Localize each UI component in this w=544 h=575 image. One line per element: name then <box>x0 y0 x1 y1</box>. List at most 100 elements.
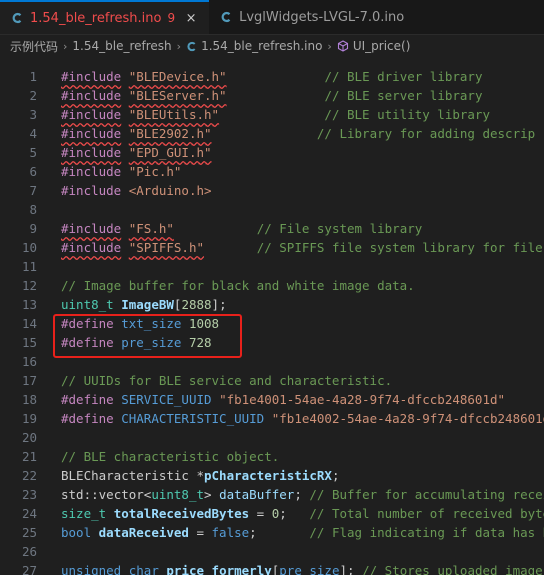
code-token: #include <box>61 107 122 122</box>
line-number: 25 <box>21 525 37 540</box>
code-token: "SPIFFS.h" <box>128 240 205 255</box>
line-number: 9 <box>29 221 37 236</box>
chevron-right-icon: › <box>327 39 332 53</box>
code-token: // BLE utility library <box>324 107 490 122</box>
code-line: 4 #include "BLE2902.h" // Library for add… <box>0 124 544 143</box>
code-token: ]; <box>211 297 227 312</box>
breadcrumb-root[interactable]: 示例代码 <box>10 38 58 55</box>
code-token: dataReceived <box>98 525 189 540</box>
code-token: // Total number of received byte <box>309 506 544 521</box>
code-token: uint8_t <box>61 297 114 312</box>
code-line: 8 <box>0 200 544 219</box>
line-number: 4 <box>29 126 37 141</box>
code-line: 25 bool dataReceived = false; // Flag ind… <box>0 523 544 542</box>
code-token: "BLE2902.h" <box>128 126 212 141</box>
code-token: std <box>61 487 84 502</box>
tab-1-54-ble-refresh[interactable]: 1.54_ble_refresh.ino 9 × <box>0 0 210 34</box>
code-token: "BLEDevice.h" <box>128 69 227 84</box>
code-line: 1 #include "BLEDevice.h" // BLE driver li… <box>0 67 544 86</box>
code-line: 27 unsigned char price_formerly[pre_size]… <box>0 561 544 575</box>
code-token: "BLEUtils.h" <box>128 107 220 122</box>
line-number: 24 <box>21 506 37 521</box>
code-token: CHARACTERISTIC_UUID <box>121 411 265 426</box>
code-token: ; <box>249 525 257 540</box>
vscode-window: 1.54_ble_refresh.ino 9 × LvglWidgets-LVG… <box>0 0 544 575</box>
line-number: 21 <box>21 449 37 464</box>
code-line: 17 // UUIDs for BLE service and character… <box>0 371 544 390</box>
code-token: unsigned <box>61 563 122 575</box>
line-number: 20 <box>21 430 37 445</box>
line-number: 26 <box>21 544 37 559</box>
code-line: 18 #define SERVICE_UUID "fb1e4001-54ae-4a… <box>0 390 544 409</box>
code-line: 19 #define CHARACTERISTIC_UUID "fb1e4002-… <box>0 409 544 428</box>
code-line: 21 // BLE characteristic object. <box>0 447 544 466</box>
breadcrumb-symbol[interactable]: UI_price() <box>337 39 411 53</box>
code-line: 7 #include <Arduino.h> <box>0 181 544 200</box>
code-line: 15 #define pre_size 728 <box>0 333 544 352</box>
c-file-icon <box>186 41 197 52</box>
code-token: // Library for adding descrip <box>316 126 536 141</box>
code-line: 5 #include "EPD_GUI.h" <box>0 143 544 162</box>
code-token: // Stores uploaded image <box>362 563 543 575</box>
method-icon <box>337 40 349 52</box>
code-token: #define <box>61 392 114 407</box>
breadcrumb-symbol-label: UI_price() <box>352 39 411 53</box>
code-token: ]; <box>339 563 355 575</box>
code-line: 16 <box>0 352 544 371</box>
code-line: 22 BLECharacteristic *pCharacteristicRX; <box>0 466 544 485</box>
line-number: 10 <box>21 240 37 255</box>
code-token: ; <box>279 506 287 521</box>
code-line: 9 #include "FS.h" // File system library <box>0 219 544 238</box>
code-line: 24 size_t totalReceivedBytes = 0; // Tota… <box>0 504 544 523</box>
code-token: 2888 <box>181 297 212 312</box>
breadcrumb-folder[interactable]: 1.54_ble_refresh <box>72 39 171 53</box>
code-line: 23 std::vector<uint8_t> dataBuffer; // Bu… <box>0 485 544 504</box>
breadcrumb: 示例代码 › 1.54_ble_refresh › 1.54_ble_refre… <box>0 35 544 57</box>
breadcrumb-file[interactable]: 1.54_ble_refresh.ino <box>186 39 322 53</box>
code-token: pre_size <box>279 563 340 575</box>
code-token: <Arduino.h> <box>128 183 212 198</box>
code-token: #include <box>61 240 122 255</box>
code-token: = <box>249 506 272 521</box>
close-icon[interactable]: × <box>183 11 199 26</box>
code-token: char <box>128 563 159 575</box>
code-token: totalReceivedBytes <box>113 506 250 521</box>
line-number: 3 <box>29 107 37 122</box>
line-number: 7 <box>29 183 37 198</box>
editor-tab-bar: 1.54_ble_refresh.ino 9 × LvglWidgets-LVG… <box>0 0 544 35</box>
code-token: #include <box>61 126 122 141</box>
code-token: SERVICE_UUID <box>121 392 212 407</box>
code-token: // Buffer for accumulating recei <box>309 487 544 502</box>
code-token: // SPIFFS file system library for file <box>256 240 543 255</box>
code-token: pre_size <box>121 335 182 350</box>
code-token: false <box>211 525 250 540</box>
line-number: 6 <box>29 164 37 179</box>
code-token: #define <box>61 335 114 350</box>
line-number: 15 <box>21 335 37 350</box>
code-token: BLECharacteristic <box>61 468 189 483</box>
code-editor[interactable]: 1 #include "BLEDevice.h" // BLE driver li… <box>0 65 544 575</box>
code-token: // BLE driver library <box>324 69 483 84</box>
chevron-right-icon: › <box>176 39 182 53</box>
line-number: 5 <box>29 145 37 160</box>
line-number: 11 <box>21 259 37 274</box>
c-file-icon <box>10 11 24 25</box>
code-token: ImageBW <box>121 297 174 312</box>
code-token: price_formerly <box>166 563 272 575</box>
code-token: "EPD_GUI.h" <box>128 145 212 160</box>
code-token: #define <box>61 316 114 331</box>
tab-lvglwidgets[interactable]: LvglWidgets-LVGL-7.0.ino <box>209 0 414 34</box>
line-number: 23 <box>21 487 37 502</box>
code-token: 728 <box>188 335 212 350</box>
code-line: 13 uint8_t ImageBW[2888]; <box>0 295 544 314</box>
code-token: * <box>196 468 204 483</box>
code-token: vector <box>98 487 144 502</box>
code-token: > <box>204 487 212 502</box>
code-token: "Pic.h" <box>128 164 182 179</box>
